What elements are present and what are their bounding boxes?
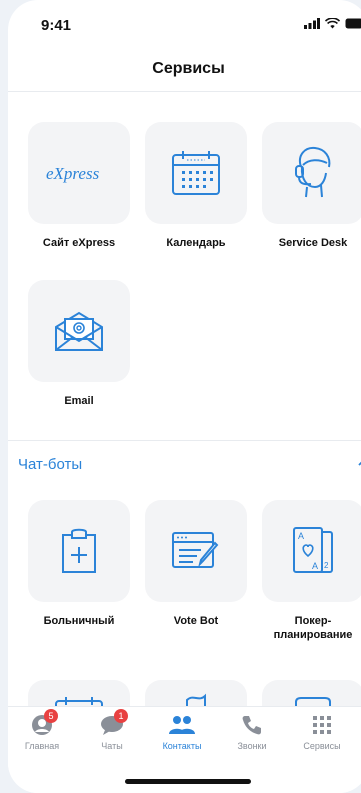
chatbot-tile-sick-leave[interactable]: Больничный [28,500,130,628]
tile-box [28,500,130,602]
status-time: 9:41 [41,17,72,34]
tab-icon-wrap [152,711,212,739]
tile-box [145,122,247,224]
svg-text:A: A [298,531,304,541]
tab-icon-wrap [222,711,282,739]
email-icon [55,311,103,351]
tab-label: Контакты [162,741,202,751]
service-tile-express[interactable]: eXpress Сайт eXpress [28,122,130,250]
tab-icon-wrap: 5 [12,709,72,739]
notification-badge: 5 [44,709,58,723]
tile-label: Email [64,395,94,407]
tab-icon-wrap: 1 [82,709,142,739]
tab-home[interactable]: 5 Главная [12,709,72,751]
phone-screen: 9:41 Сервисы eXpress Сайт eXpress Календ… [8,0,361,793]
page-title: Сервисы [152,60,225,77]
service-tile-service-desk[interactable]: Service Desk [262,122,361,250]
vote-edit-icon [172,532,219,568]
tab-icon-wrap [292,711,352,739]
signal-icon [304,18,320,29]
tab-chats[interactable]: 1 Чаты [82,709,142,751]
service-tile-calendar[interactable]: Календарь [145,122,247,250]
chatbot-tile-poker[interactable]: A A 2 Покер- планирование [262,500,361,642]
tile-label: Vote Bot [173,615,219,627]
phone-icon [242,716,261,735]
calendar-icon [172,151,220,195]
section-divider [8,440,361,441]
tile-box: eXpress [28,122,130,224]
svg-text:eXpress: eXpress [46,164,100,183]
status-icons [304,18,361,29]
chevron-up-icon[interactable] [357,458,361,468]
tile-label: Календарь [166,237,226,249]
tab-label: Сервисы [303,741,341,751]
support-agent-icon [295,146,331,198]
tile-label: Больничный [43,615,115,627]
chatbots-section-title[interactable]: Чат-боты [18,456,82,473]
contacts-icon [169,716,195,734]
service-tile-email[interactable]: Email [28,280,130,408]
home-indicator [125,779,251,784]
tile-box [28,280,130,382]
svg-text:A: A [312,561,318,571]
tab-calls[interactable]: Звонки [222,711,282,751]
status-bar: 9:41 [8,0,361,44]
express-logo-icon: eXpress [46,164,100,183]
notification-badge: 1 [114,709,128,723]
battery-icon [345,18,361,29]
tab-bar: 5 Главная 1 Чаты Контакты Звонки Сервисы [8,706,361,793]
svg-text:2: 2 [324,561,329,570]
tab-label: Чаты [101,741,123,751]
tile-box: A A 2 [262,500,361,602]
poker-cards-icon: A A 2 [293,527,333,573]
tab-contacts[interactable]: Контакты [152,711,212,751]
tile-box [145,500,247,602]
tab-label: Главная [24,741,60,751]
tile-label: Сайт eXpress [42,237,116,249]
clipboard-plus-icon [62,528,96,573]
tile-label: Покер- планирование [273,615,353,641]
wifi-icon [325,18,340,29]
tile-label: Service Desk [278,237,348,249]
grid-icon [313,716,331,734]
chatbot-tile-vote-bot[interactable]: Vote Bot [145,500,247,628]
page-header: Сервисы [8,44,361,92]
tile-box [262,122,361,224]
tab-label: Звонки [237,741,267,751]
tab-services[interactable]: Сервисы [292,711,352,751]
